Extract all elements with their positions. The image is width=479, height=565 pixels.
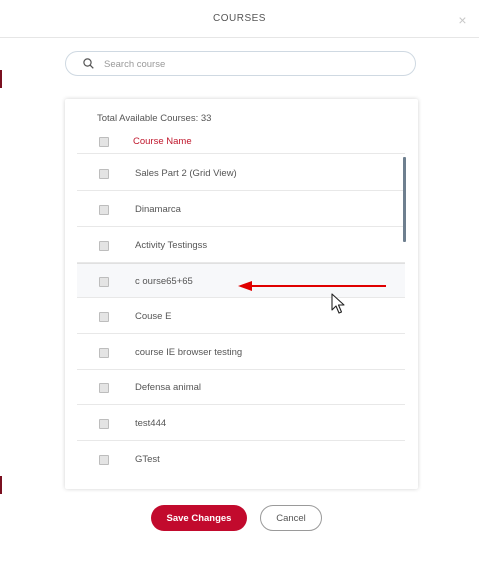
- cancel-button[interactable]: Cancel: [260, 505, 322, 531]
- course-checkbox[interactable]: [99, 348, 109, 358]
- course-row[interactable]: Defensa animal: [77, 370, 405, 405]
- course-checkbox[interactable]: [99, 169, 109, 179]
- course-row[interactable]: course IE browser testing: [77, 335, 405, 370]
- course-name: Couse E: [135, 311, 172, 322]
- courses-modal: COURSES × Total Available Courses: 33 Co…: [0, 0, 479, 565]
- course-name: Activity Testingss: [135, 240, 208, 251]
- course-checkbox[interactable]: [99, 419, 109, 429]
- course-checkbox[interactable]: [99, 241, 109, 251]
- save-changes-button[interactable]: Save Changes: [151, 505, 247, 531]
- select-all-checkbox[interactable]: [99, 137, 109, 147]
- course-list-card: Total Available Courses: 33 Course Name …: [65, 99, 418, 489]
- course-row[interactable]: Activity Testingss: [77, 228, 405, 263]
- total-courses-count: Total Available Courses: 33: [97, 113, 212, 124]
- annotation-arrow: [238, 281, 386, 291]
- close-icon[interactable]: ×: [456, 13, 469, 27]
- course-name: Sales Part 2 (Grid View): [135, 168, 237, 179]
- search-icon: [83, 58, 94, 69]
- course-name: Dinamarca: [135, 204, 181, 215]
- course-name-header: Course Name: [133, 136, 192, 147]
- course-checkbox[interactable]: [99, 312, 109, 322]
- course-checkbox[interactable]: [99, 277, 109, 287]
- course-row[interactable]: Dinamarca: [77, 192, 405, 227]
- search-input[interactable]: [104, 56, 404, 72]
- course-row[interactable]: test444: [77, 406, 405, 441]
- search-box[interactable]: [65, 51, 416, 76]
- list-header-row: Course Name: [77, 131, 405, 154]
- course-name: course IE browser testing: [135, 347, 243, 358]
- course-checkbox[interactable]: [99, 205, 109, 215]
- mouse-pointer-icon: [331, 293, 345, 314]
- course-checkbox[interactable]: [99, 383, 109, 393]
- course-row[interactable]: Sales Part 2 (Grid View): [77, 156, 405, 191]
- course-row[interactable]: Couse E: [77, 299, 405, 334]
- course-row[interactable]: GTest: [77, 442, 405, 477]
- background-edge: [0, 70, 2, 88]
- course-name: GTest: [135, 454, 160, 465]
- modal-header: COURSES ×: [0, 0, 479, 38]
- scrollbar-thumb[interactable]: [403, 157, 406, 242]
- course-name: c ourse65+65: [135, 276, 193, 287]
- modal-title: COURSES: [213, 13, 266, 24]
- course-name: Defensa animal: [135, 382, 202, 393]
- background-edge: [0, 476, 2, 494]
- course-name: test444: [135, 418, 167, 429]
- course-checkbox[interactable]: [99, 455, 109, 465]
